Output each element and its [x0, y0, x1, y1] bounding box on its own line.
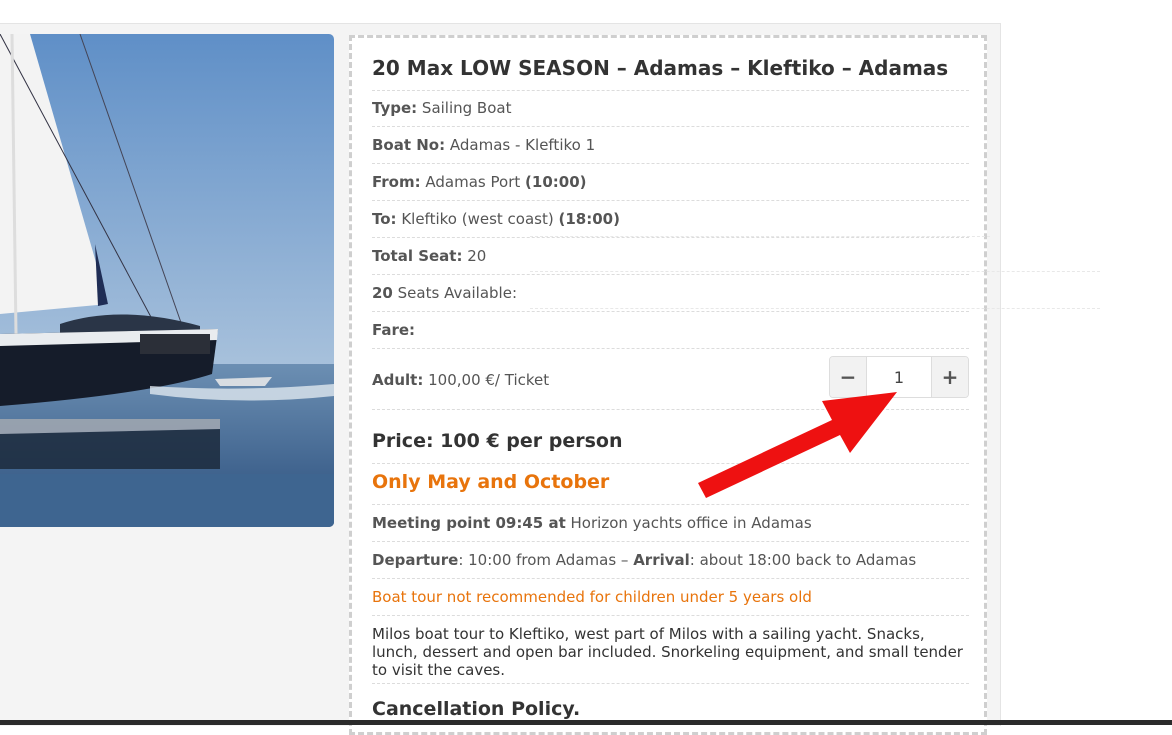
seats-available-count: 20 [372, 284, 393, 302]
row-departure: Departure: 10:00 from Adamas – Arrival: … [372, 550, 969, 579]
meeting-point-label: Meeting point 09:45 at [372, 514, 566, 532]
dashed-artifact-1 [530, 236, 990, 237]
to-label: To: [372, 210, 397, 228]
row-fare: Fare: [372, 320, 969, 349]
tour-description: Milos boat tour to Kleftiko, west part o… [372, 625, 969, 684]
row-from: From: Adamas Port (10:00) [372, 172, 969, 201]
total-seat-value: 20 [467, 247, 487, 265]
from-label: From: [372, 173, 421, 191]
boat-no-label: Boat No: [372, 136, 446, 154]
row-boat-no: Boat No: Adamas - Kleftiko 1 [372, 135, 969, 164]
boat-photo [0, 34, 334, 527]
meeting-point-text: Horizon yachts office in Adamas [570, 514, 812, 532]
tour-title: 20 Max LOW SEASON – Adamas – Kleftiko – … [372, 58, 969, 91]
seats-available-text: Seats Available: [397, 284, 518, 302]
increase-quantity-button[interactable]: + [932, 357, 968, 397]
departure-text: : 10:00 from Adamas – [458, 551, 629, 569]
type-value: Sailing Boat [421, 99, 512, 117]
boat-no-value: Adamas - Kleftiko 1 [449, 136, 596, 154]
from-value: Adamas Port [425, 173, 521, 191]
row-type: Type: Sailing Boat [372, 98, 969, 127]
arrival-label: Arrival [633, 551, 690, 569]
total-seat-label: Total Seat: [372, 247, 463, 265]
to-time: (18:00) [558, 210, 620, 228]
from-time: (10:00) [525, 173, 587, 191]
arrival-text: : about 18:00 back to Adamas [689, 551, 917, 569]
red-arrow-annotation-icon [698, 392, 897, 498]
row-to: To: Kleftiko (west coast) (18:00) [372, 209, 969, 238]
bottom-bar [0, 720, 1172, 725]
dashed-artifact-2 [530, 271, 1100, 272]
adult-label: Adult: [372, 371, 424, 389]
children-warning: Boat tour not recommended for children u… [372, 587, 969, 616]
departure-label: Departure [372, 551, 459, 569]
row-meeting-point: Meeting point 09:45 at Horizon yachts of… [372, 513, 969, 542]
adult-price: 100,00 €/ Ticket [428, 371, 550, 389]
type-label: Type: [372, 99, 418, 117]
dashed-artifact-3 [530, 308, 1100, 309]
fare-label: Fare: [372, 321, 416, 339]
to-value: Kleftiko (west coast) [401, 210, 554, 228]
